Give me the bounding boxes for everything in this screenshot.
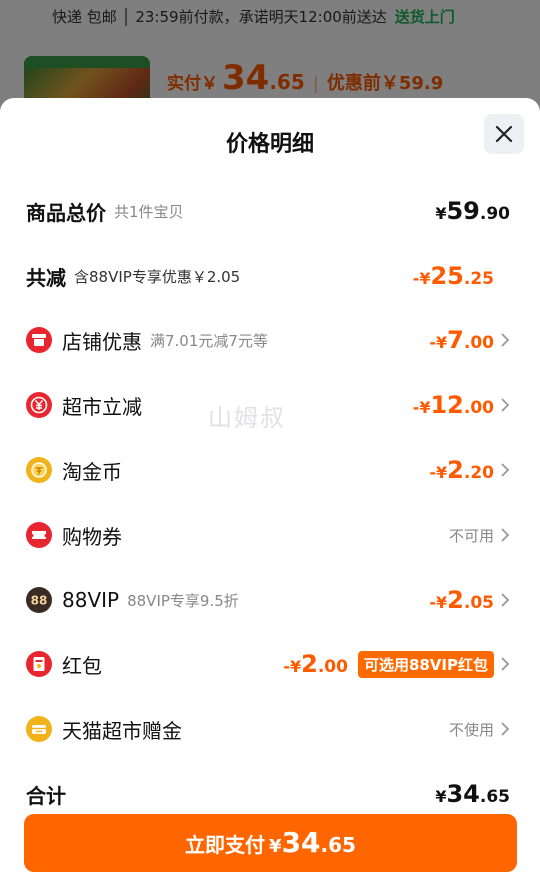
red-packet-icon	[26, 651, 52, 677]
chevron-right-icon	[501, 528, 510, 542]
sheet-title: 价格明细	[225, 132, 314, 157]
sum-label: 合计	[26, 783, 66, 808]
gift-money-label: 天猫超市赠金	[62, 718, 182, 743]
vip-amount: -¥ 2.05	[429, 586, 494, 614]
ticket-icon	[26, 522, 52, 548]
watermark: 山姆叔	[208, 404, 286, 432]
row-shop-discount[interactable]: 店铺优惠 满7.01元减7元等 -¥ 7.00	[26, 320, 510, 360]
coin-icon	[26, 457, 52, 483]
row-88vip[interactable]: 88 88VIP 88VIP专享9.5折 -¥ 2.05	[26, 580, 510, 620]
supermarket-discount-amount: -¥ 12.00	[412, 391, 494, 419]
shop-discount-label: 店铺优惠	[62, 329, 142, 354]
close-icon	[495, 125, 513, 143]
taobao-coins-label: 淘金币	[62, 459, 122, 484]
gift-money-status: 不使用	[448, 720, 494, 739]
chevron-right-icon	[501, 593, 510, 607]
red-packet-amount: -¥ 2.00	[283, 650, 348, 678]
svg-text:88: 88	[31, 594, 48, 608]
gift-money-icon	[26, 716, 52, 742]
price-detail-sheet: 价格明细 商品总价 共1件宝贝 ¥59.90 共减 含88VIP专享优惠￥2.0…	[0, 98, 540, 894]
total-label: 商品总价	[26, 200, 106, 225]
chevron-right-icon	[501, 463, 510, 477]
vip-label: 88VIP	[62, 588, 120, 612]
chevron-right-icon	[501, 722, 510, 736]
yuan-icon	[26, 392, 52, 418]
total-amount: ¥59.90	[435, 197, 510, 225]
shop-icon	[26, 327, 52, 353]
pay-dec: .65	[320, 833, 356, 857]
red-packet-label: 红包	[62, 653, 102, 678]
row-red-packet[interactable]: 红包 -¥ 2.00 可选用88VIP红包	[26, 644, 510, 684]
total-row: 商品总价 共1件宝贝 ¥59.90	[26, 191, 510, 231]
chevron-right-icon	[501, 333, 510, 347]
total-sub: 共1件宝贝	[114, 202, 184, 221]
sum-amount: ¥34.65	[435, 780, 510, 808]
shop-discount-amount: -¥ 7.00	[429, 326, 494, 354]
taobao-coins-amount: -¥ 2.20	[429, 456, 494, 484]
discount-total-label: 共减	[26, 265, 66, 290]
pay-currency: ¥	[269, 836, 282, 857]
pay-int: 34	[281, 826, 321, 859]
row-shopping-voucher[interactable]: 购物券 不可用	[26, 515, 510, 555]
row-taobao-coins[interactable]: 淘金币 -¥ 2.20	[26, 450, 510, 490]
discount-total-row: 共减 含88VIP专享优惠￥2.05 -¥ 25.25	[26, 256, 510, 296]
supermarket-discount-label: 超市立减	[62, 394, 142, 419]
shopping-voucher-status: 不可用	[448, 526, 494, 545]
shopping-voucher-label: 购物券	[62, 524, 122, 549]
sum-row: 合计 ¥34.65	[26, 774, 510, 814]
vip-sub: 88VIP专享9.5折	[127, 591, 239, 610]
vip-88-icon: 88	[26, 587, 52, 613]
discount-total-amount: -¥ 25.25	[412, 262, 494, 290]
row-gift-money[interactable]: 天猫超市赠金 不使用	[26, 709, 510, 749]
pay-now-label: 立即支付	[185, 833, 266, 857]
discount-total-sub: 含88VIP专享优惠￥2.05	[74, 267, 241, 286]
close-button[interactable]	[484, 114, 524, 154]
chevron-right-icon	[501, 398, 510, 412]
shop-discount-sub: 满7.01元减7元等	[150, 331, 268, 350]
pay-now-button[interactable]: 立即支付 ¥34.65	[24, 814, 517, 872]
vip-red-packet-badge[interactable]: 可选用88VIP红包	[357, 650, 494, 678]
chevron-right-icon	[501, 657, 510, 671]
